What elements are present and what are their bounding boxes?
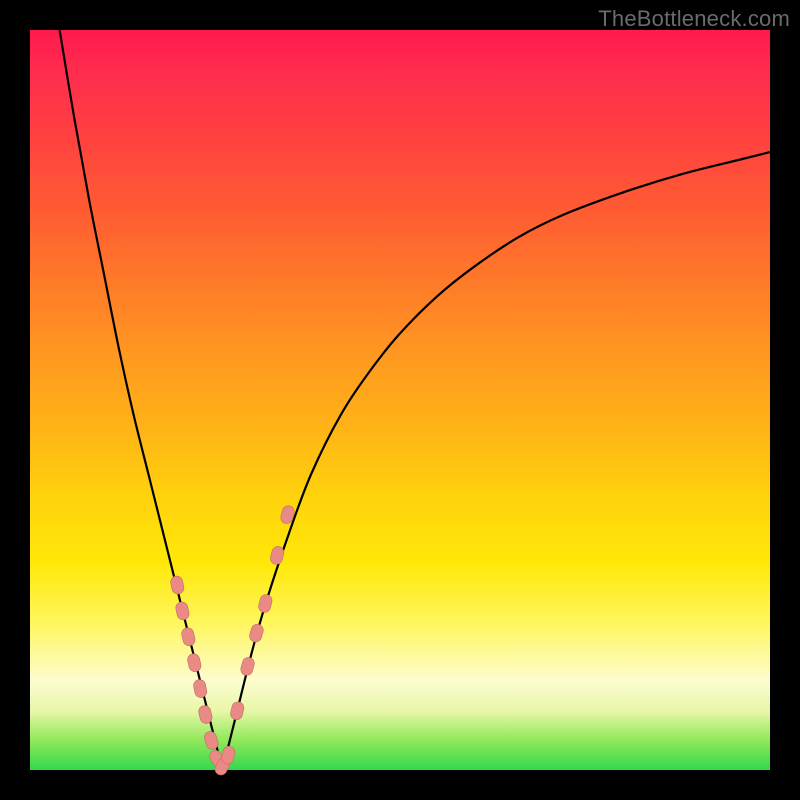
plot-area xyxy=(30,30,770,770)
scatter-markers xyxy=(170,504,296,777)
scatter-marker xyxy=(257,593,273,613)
scatter-marker xyxy=(186,653,202,673)
chart-frame: TheBottleneck.com xyxy=(0,0,800,800)
scatter-marker xyxy=(193,679,208,699)
curve-layer xyxy=(30,30,770,770)
scatter-marker xyxy=(170,575,185,595)
scatter-marker xyxy=(248,623,265,644)
scatter-marker xyxy=(229,701,245,721)
scatter-marker xyxy=(239,656,255,676)
watermark-text: TheBottleneck.com xyxy=(598,6,790,32)
right-branch-curve xyxy=(222,152,770,770)
scatter-marker xyxy=(221,745,236,765)
scatter-marker xyxy=(181,627,197,647)
scatter-marker xyxy=(175,601,191,621)
